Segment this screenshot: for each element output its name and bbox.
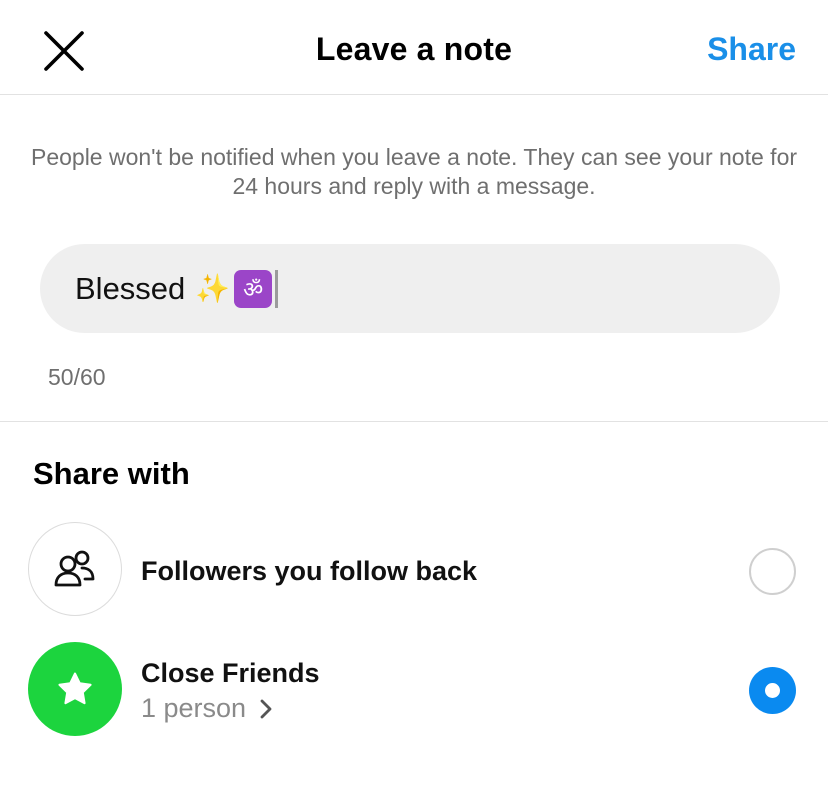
share-with-heading: Share with xyxy=(33,456,190,491)
option-followers-you-follow-back[interactable]: Followers you follow back xyxy=(0,522,828,620)
share-button[interactable]: Share xyxy=(707,31,796,68)
note-text: Blessed xyxy=(75,270,186,306)
radio-unselected[interactable] xyxy=(749,548,796,595)
followers-avatar xyxy=(28,522,122,616)
om-symbol-icon: ॐ xyxy=(234,269,273,308)
close-friends-avatar xyxy=(28,642,122,736)
header-bar: Leave a note Share xyxy=(0,0,828,95)
radio-selected[interactable] xyxy=(749,667,796,714)
info-text: People won't be notified when you leave … xyxy=(30,144,798,199)
option-sublabel: 1 person xyxy=(141,693,247,723)
section-divider xyxy=(0,421,828,422)
radio-dot xyxy=(765,683,780,698)
close-friends-count-link[interactable]: 1 person xyxy=(141,693,272,724)
option-label: Close Friends xyxy=(141,658,320,688)
character-counter: 50/60 xyxy=(48,364,106,390)
option-close-friends[interactable]: Close Friends 1 person xyxy=(0,642,828,738)
page-title: Leave a note xyxy=(315,31,513,67)
people-icon xyxy=(54,550,95,587)
note-input[interactable]: Blessed ✨ ॐ xyxy=(40,244,780,333)
sparkles-icon: ✨ xyxy=(195,273,231,304)
chevron-right-icon xyxy=(260,699,272,718)
text-caret xyxy=(275,269,279,308)
option-label: Followers you follow back xyxy=(141,556,478,586)
star-icon xyxy=(58,672,92,705)
